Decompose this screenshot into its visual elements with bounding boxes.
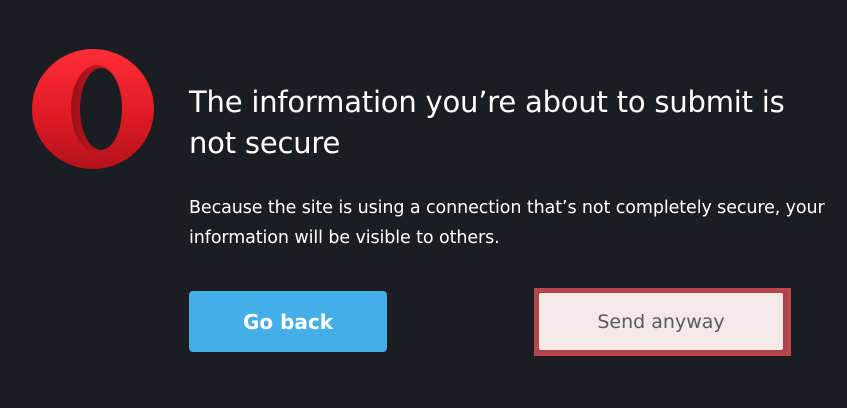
dialog-title: The information you’re about to submit i… — [189, 85, 785, 160]
opera-logo-icon — [31, 48, 155, 170]
insecure-form-warning-page: The information you’re about to submit i… — [0, 0, 847, 408]
send-anyway-button[interactable]: Send anyway — [539, 293, 783, 350]
go-back-button[interactable]: Go back — [189, 291, 387, 352]
dialog-description: Because the site is using a connection t… — [189, 198, 825, 248]
